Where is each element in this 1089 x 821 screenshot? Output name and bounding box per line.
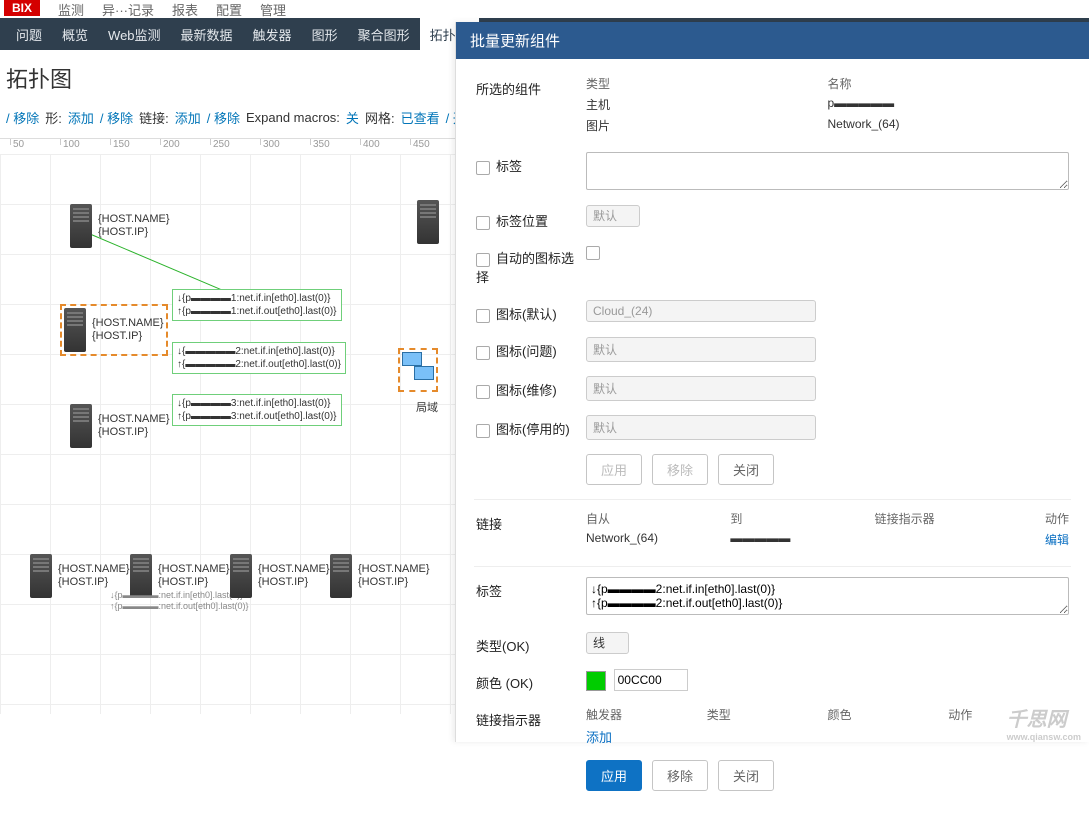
btn-remove-top[interactable]: 移除 — [652, 454, 708, 485]
subnav-overview[interactable]: 概览 — [52, 18, 98, 50]
btn-apply-bottom[interactable]: 应用 — [586, 760, 642, 791]
sel-icon-problem[interactable]: 默认 — [586, 337, 816, 362]
map-node-host1[interactable]: {HOST.NAME} {HOST.IP} — [70, 204, 170, 248]
topnav-admin[interactable]: 管理 — [260, 0, 286, 19]
tb-link-add[interactable]: 添加 — [175, 108, 201, 127]
chk-auto-icon[interactable] — [476, 253, 490, 267]
chk-icon-disabled[interactable] — [476, 424, 490, 438]
color-swatch[interactable] — [586, 671, 606, 691]
bulk-update-panel: 批量更新组件 所选的组件 类型 名称 主机 p▬▬▬▬▬ 图片 Network_… — [455, 22, 1089, 742]
monitor-icon — [402, 352, 422, 366]
subnav-latest[interactable]: 最新数据 — [171, 18, 243, 50]
node-label: {HOST.NAME} {HOST.IP} — [92, 317, 164, 343]
logo: BIX — [4, 0, 40, 16]
btn-remove-bottom[interactable]: 移除 — [652, 760, 708, 791]
server-icon — [417, 200, 439, 244]
col-type: 类型 — [586, 75, 828, 92]
node-label: {HOST.NAME} {HOST.IP} — [98, 413, 170, 439]
map-node-bottom4[interactable]: {HOST.NAME} {HOST.IP} — [330, 554, 430, 598]
topnav-monitor[interactable]: 监测 — [58, 0, 84, 19]
selected-label: 所选的组件 — [476, 75, 586, 98]
topnav-inventory[interactable]: 异···记录 — [102, 0, 154, 19]
links-label: 链接 — [476, 510, 586, 533]
subnav-problems[interactable]: 问题 — [6, 18, 52, 50]
watermark: 千思网 www.qiansw.com — [1007, 703, 1081, 742]
chk-label-pos[interactable] — [476, 216, 490, 230]
link-to-val: ▬▬▬▬▬ — [730, 531, 874, 548]
node-label: {HOST.NAME} {HOST.IP} — [158, 563, 230, 589]
bottom-link-label: ↓{p▬▬▬▬:net.if.in[eth0].last(0)} ↑{p▬▬▬▬… — [110, 590, 249, 612]
server-icon — [70, 204, 92, 248]
tb-expand-lbl: Expand macros: — [246, 110, 340, 125]
indicator-add[interactable]: 添加 — [586, 730, 612, 745]
server-icon — [70, 404, 92, 448]
server-icon — [330, 554, 352, 598]
tb-shape-remove[interactable]: / 移除 — [100, 108, 133, 127]
chk-icon-default[interactable] — [476, 309, 490, 323]
link-edit[interactable]: 编辑 — [1045, 533, 1069, 547]
subnav-screens[interactable]: 聚合图形 — [348, 18, 420, 50]
sel-type-ok[interactable]: 线 — [586, 632, 629, 654]
link-from-val: Network_(64) — [586, 531, 730, 548]
col-name: 名称 — [828, 75, 1070, 92]
panel-title: 批量更新组件 — [456, 22, 1089, 59]
map-node-right[interactable] — [417, 200, 439, 244]
sel-name-1: p▬▬▬▬▬ — [828, 96, 1070, 113]
chk-icon-problem[interactable] — [476, 346, 490, 360]
label-textarea[interactable] — [586, 152, 1069, 190]
link-label-textarea[interactable] — [586, 577, 1069, 615]
node-label: {HOST.NAME} {HOST.IP} — [98, 213, 170, 239]
subnav-graphs[interactable]: 图形 — [302, 18, 348, 50]
server-icon — [30, 554, 52, 598]
tb-shape-lbl: 形: — [45, 108, 62, 127]
node-label: {HOST.NAME} {HOST.IP} — [58, 563, 130, 589]
sel-type-1: 主机 — [586, 96, 828, 113]
tb-link-lbl: 链接: — [139, 108, 169, 127]
chk-auto-icon-val[interactable] — [586, 246, 600, 260]
map-node-network-selected[interactable] — [398, 348, 438, 392]
link-label-2[interactable]: ↓{▬▬▬▬▬2:net.if.in[eth0].last(0)} ↑{▬▬▬▬… — [172, 342, 346, 374]
sel-icon-disabled[interactable]: 默认 — [586, 415, 816, 440]
sel-label-pos[interactable]: 默认 — [586, 205, 640, 227]
link-label-3[interactable]: ↓{p▬▬▬▬3:net.if.in[eth0].last(0)} ↑{p▬▬▬… — [172, 394, 342, 426]
sel-icon-maint[interactable]: 默认 — [586, 376, 816, 401]
subnav-triggers[interactable]: 触发器 — [243, 18, 302, 50]
tb-link-remove[interactable]: / 移除 — [207, 108, 240, 127]
topnav-config[interactable]: 配置 — [216, 0, 242, 19]
link-label-1[interactable]: ↓{p▬▬▬▬1:net.if.in[eth0].last(0)} ↑{p▬▬▬… — [172, 289, 342, 321]
tb-grid-lbl: 网格: — [365, 108, 395, 127]
node-label: {HOST.NAME} {HOST.IP} — [358, 563, 430, 589]
server-icon — [230, 554, 252, 598]
chk-icon-maint[interactable] — [476, 385, 490, 399]
subnav-web[interactable]: Web监测 — [98, 18, 171, 50]
chk-label[interactable] — [476, 161, 490, 175]
sel-icon-default[interactable]: Cloud_(24) — [586, 300, 816, 322]
tb-expand-val[interactable]: 关 — [346, 108, 359, 127]
sel-type-2: 图片 — [586, 117, 828, 134]
btn-apply-top[interactable]: 应用 — [586, 454, 642, 485]
map-node-host2-selected[interactable]: {HOST.NAME} {HOST.IP} — [60, 304, 168, 356]
map-node-host3[interactable]: {HOST.NAME} {HOST.IP} — [70, 404, 170, 448]
btn-close-bottom[interactable]: 关闭 — [718, 760, 774, 791]
sel-name-2: Network_(64) — [828, 117, 1070, 134]
btn-close-top[interactable]: 关闭 — [718, 454, 774, 485]
tb-grid-shown[interactable]: 已查看 — [401, 108, 440, 127]
map-node-bottom3[interactable]: {HOST.NAME} {HOST.IP} — [230, 554, 330, 598]
monitor-icon — [414, 366, 434, 380]
node-label-lan: 局域 — [416, 402, 438, 415]
server-icon — [64, 308, 86, 352]
tb-shape-add[interactable]: 添加 — [68, 108, 94, 127]
topnav-reports[interactable]: 报表 — [172, 0, 198, 19]
color-input[interactable] — [614, 669, 688, 691]
tb-remove1[interactable]: / 移除 — [6, 108, 39, 127]
node-label: {HOST.NAME} {HOST.IP} — [258, 563, 330, 589]
